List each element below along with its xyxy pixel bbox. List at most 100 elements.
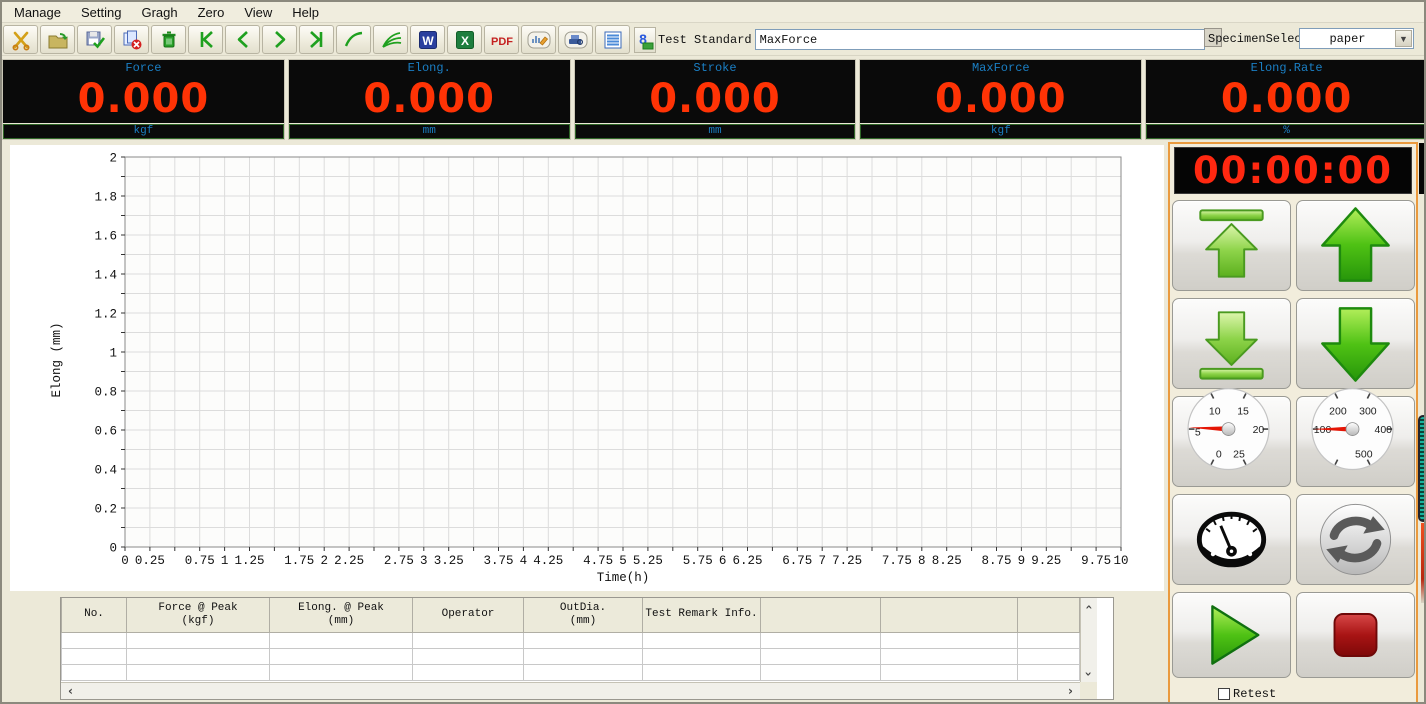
speed-gauge-low-button[interactable]: 10 15 5 20 0 25: [1172, 396, 1291, 487]
svg-text:1: 1: [221, 554, 229, 568]
table-cell: [62, 648, 127, 664]
cycle-button[interactable]: [1296, 494, 1415, 585]
table-row[interactable]: [62, 648, 1080, 664]
single-curve-button[interactable]: [336, 25, 371, 54]
svg-text:3.75: 3.75: [483, 554, 513, 568]
print-preview-button[interactable]: [558, 25, 593, 54]
test-standard-button[interactable]: 8: [634, 27, 656, 53]
table-row[interactable]: [62, 664, 1080, 680]
clear-button[interactable]: [151, 25, 186, 54]
speed-gauge-low-icon: 10 15 5 20 0 25: [1170, 387, 1287, 476]
multi-curve-button[interactable]: [373, 25, 408, 54]
menu-gragh[interactable]: Gragh: [131, 3, 187, 22]
svg-text:2.25: 2.25: [334, 554, 364, 568]
readout-title: Force: [3, 60, 284, 77]
control-panel: 00:00:00: [1168, 142, 1418, 704]
menu-view[interactable]: View: [234, 3, 282, 22]
gauge-label: 10: [1209, 406, 1221, 418]
next-record-button[interactable]: [262, 25, 297, 54]
specimen-select-dropdown[interactable]: paper ▼: [1299, 28, 1414, 49]
prev-record-icon: [232, 29, 254, 51]
meter-button[interactable]: [1172, 494, 1291, 585]
svg-text:8: 8: [918, 554, 926, 568]
last-record-icon: [306, 29, 328, 51]
stop-test-button[interactable]: [1296, 592, 1415, 678]
scroll-right-icon[interactable]: ›: [1063, 683, 1078, 698]
last-record-button[interactable]: [299, 25, 334, 54]
export-pdf-button[interactable]: PDF: [484, 25, 519, 54]
test-standard-input[interactable]: [755, 29, 1205, 50]
readout-title: MaxForce: [860, 60, 1141, 77]
scroll-left-icon[interactable]: ‹: [63, 683, 78, 698]
svg-text:3: 3: [420, 554, 428, 568]
column-header[interactable]: [761, 598, 881, 632]
svg-text:9.25: 9.25: [1031, 554, 1061, 568]
move-down-limit-button[interactable]: [1172, 298, 1291, 389]
up-arrow-icon: [1297, 201, 1414, 290]
control-buttons: 10 15 5 20 0 25 200 300 100 400: [1172, 200, 1414, 678]
svg-text:0.6: 0.6: [94, 425, 117, 439]
up-to-limit-icon: [1173, 201, 1290, 290]
svg-text:7: 7: [818, 554, 826, 568]
svg-text:8.75: 8.75: [981, 554, 1011, 568]
retest-checkbox[interactable]: [1218, 688, 1230, 700]
readout-unit: mm: [575, 124, 856, 139]
gauge-label: 300: [1359, 406, 1377, 418]
next-record-icon: [269, 29, 291, 51]
column-header[interactable]: Force @ Peak(kgf): [127, 598, 270, 632]
down-to-limit-icon: [1173, 299, 1290, 388]
column-header[interactable]: Test Remark Info.: [643, 598, 761, 632]
menu-bar: Manage Setting Gragh Zero View Help: [2, 2, 1424, 23]
svg-text:0.75: 0.75: [185, 554, 215, 568]
scroll-down-icon[interactable]: ›: [1081, 666, 1096, 681]
prev-record-button[interactable]: [225, 25, 260, 54]
speed-gauge-high-button[interactable]: 200 300 100 400 500: [1296, 396, 1415, 487]
first-record-button[interactable]: [188, 25, 223, 54]
move-up-limit-button[interactable]: [1172, 200, 1291, 291]
column-header[interactable]: [1018, 598, 1080, 632]
export-excel-button[interactable]: X: [447, 25, 482, 54]
single-curve-icon: [343, 29, 365, 51]
readout-unit: kgf: [3, 124, 284, 139]
table-row[interactable]: [62, 632, 1080, 648]
menu-manage[interactable]: Manage: [4, 3, 71, 22]
table-cell: [761, 648, 881, 664]
chevron-down-icon[interactable]: ▼: [1395, 30, 1412, 47]
column-header[interactable]: Operator: [413, 598, 524, 632]
readout-panels: Force 0.000 kgf Elong. 0.000 mm Stroke 0…: [2, 59, 1426, 140]
report-list-button[interactable]: [595, 25, 630, 54]
table-horizontal-scrollbar[interactable]: ‹ ›: [61, 682, 1080, 699]
column-header[interactable]: OutDia.(mm): [524, 598, 643, 632]
save-verify-button[interactable]: [77, 25, 112, 54]
table-cell: [881, 664, 1018, 680]
open-file-button[interactable]: [40, 25, 75, 54]
column-header[interactable]: [881, 598, 1018, 632]
column-header[interactable]: No.: [62, 598, 127, 632]
svg-text:10: 10: [1113, 554, 1128, 568]
menu-help[interactable]: Help: [282, 3, 329, 22]
table-vertical-scrollbar[interactable]: › ›: [1080, 598, 1097, 682]
jog-down-button[interactable]: [1296, 298, 1415, 389]
readout-elong: Elong. 0.000 mm: [288, 59, 571, 140]
report-edit-button[interactable]: [521, 25, 556, 54]
export-word-button[interactable]: W: [410, 25, 445, 54]
table-cell: [1018, 632, 1080, 648]
start-test-button[interactable]: [1172, 592, 1291, 678]
elong-time-chart: 00.250.7511.251.7522.252.7533.253.7544.2…: [10, 145, 1164, 591]
table-cell: [524, 632, 643, 648]
menu-setting[interactable]: Setting: [71, 3, 131, 22]
svg-text:1.75: 1.75: [284, 554, 314, 568]
jog-up-button[interactable]: [1296, 200, 1415, 291]
report-list-icon: [602, 29, 624, 51]
svg-text:PDF: PDF: [491, 36, 513, 48]
tools-icon: [10, 29, 32, 51]
svg-text:5.75: 5.75: [683, 554, 713, 568]
delete-record-button[interactable]: [114, 25, 149, 54]
svg-text:5: 5: [619, 554, 627, 568]
table-cell: [881, 632, 1018, 648]
menu-zero[interactable]: Zero: [188, 3, 235, 22]
column-header[interactable]: Elong. @ Peak(mm): [270, 598, 413, 632]
tools-button[interactable]: [3, 25, 38, 54]
scroll-up-icon[interactable]: ›: [1081, 599, 1096, 614]
table-cell: [761, 664, 881, 680]
